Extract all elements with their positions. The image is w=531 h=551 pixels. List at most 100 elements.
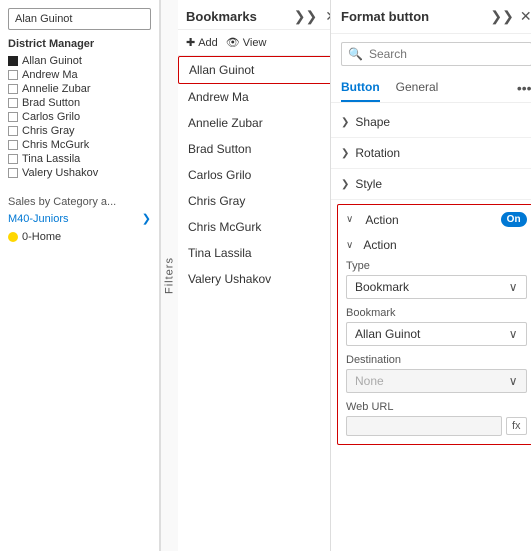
district-item-name: Chris McGurk: [22, 139, 89, 151]
bookmark-label: Bookmark: [346, 307, 527, 319]
format-header: Format button ❯❯ ✕: [331, 0, 531, 34]
district-item[interactable]: Chris McGurk: [8, 138, 151, 152]
weburl-input[interactable]: [346, 416, 502, 436]
home-row: 0-Home: [8, 231, 151, 243]
home-label: 0-Home: [22, 231, 61, 243]
search-input[interactable]: [369, 47, 525, 61]
style-section[interactable]: ❯ Style: [331, 169, 531, 200]
list-item[interactable]: Chris McGurk: [178, 214, 347, 240]
left-bottom: Sales by Category a... M40-Juniors ❯ 0-H…: [8, 196, 151, 243]
chevron-down-icon: ∨: [509, 280, 518, 294]
destination-dropdown[interactable]: None ∨: [346, 369, 527, 393]
type-dropdown[interactable]: Bookmark ∨: [346, 275, 527, 299]
chevron-down-icon: ∨: [509, 327, 518, 341]
tab-general[interactable]: General: [396, 74, 439, 102]
district-item[interactable]: Chris Gray: [8, 124, 151, 138]
add-icon: ✚: [186, 36, 195, 49]
view-icon: 👁: [226, 36, 240, 49]
search-icon: 🔍: [348, 47, 363, 61]
chevron-down-icon: ∨: [509, 374, 518, 388]
close-button[interactable]: ✕: [520, 8, 531, 25]
format-tabs: Button General •••: [331, 74, 531, 103]
checkbox[interactable]: [8, 154, 18, 164]
type-value: Bookmark: [355, 280, 409, 294]
bookmark-value: Allan Guinot: [355, 327, 420, 341]
color-indicator: [8, 56, 18, 66]
bookmark-dropdown[interactable]: Allan Guinot ∨: [346, 322, 527, 346]
checkbox[interactable]: [8, 168, 18, 178]
expand-icon[interactable]: ❯❯: [292, 8, 319, 25]
district-item[interactable]: Andrew Ma: [8, 68, 151, 82]
district-label: District Manager: [8, 38, 151, 50]
bookmarks-panel: Bookmarks ❯❯ ✕ ✚ Add 👁 View Allan Guinot…: [178, 0, 348, 551]
checkbox[interactable]: [8, 126, 18, 136]
view-label: View: [243, 37, 267, 49]
chevron-down-icon: ∨: [346, 240, 353, 251]
filter-box[interactable]: Alan Guinot: [8, 8, 151, 30]
action-inner-header: ∨ Action: [346, 238, 527, 252]
toggle-on[interactable]: On: [501, 212, 527, 227]
district-item[interactable]: Carlos Grilo: [8, 110, 151, 124]
district-item[interactable]: Annelie Zubar: [8, 82, 151, 96]
district-item[interactable]: Allan Guinot: [8, 54, 151, 68]
checkbox[interactable]: [8, 140, 18, 150]
district-item-name: Valery Ushakov: [22, 167, 98, 179]
more-options-icon[interactable]: •••: [517, 80, 531, 96]
district-item-name: Chris Gray: [22, 125, 75, 137]
shape-section[interactable]: ❯ Shape: [331, 107, 531, 138]
filter-box-label: Alan Guinot: [15, 13, 72, 25]
action-section: ∨ Action On ∨ Action Type Bookmark ∨ Boo…: [337, 204, 531, 445]
weburl-row: fx: [346, 416, 527, 436]
format-sections: ❯ Shape ❯ Rotation ❯ Style ∨ Action On ∨: [331, 103, 531, 551]
section-label: Rotation: [355, 146, 400, 160]
chevron-right-icon: ❯: [341, 148, 349, 159]
list-item[interactable]: Andrew Ma: [178, 84, 347, 110]
left-panel: Alan Guinot District Manager Allan Guino…: [0, 0, 160, 551]
sales-label: Sales by Category a...: [8, 196, 151, 208]
section-label: Style: [355, 177, 382, 191]
type-label: Type: [346, 260, 527, 272]
action-inner-label: Action: [363, 238, 396, 252]
format-header-icons: ❯❯ ✕: [490, 8, 531, 25]
add-button[interactable]: ✚ Add: [186, 36, 218, 49]
district-item[interactable]: Brad Sutton: [8, 96, 151, 110]
list-item[interactable]: Carlos Grilo: [178, 162, 347, 188]
list-item[interactable]: Valery Ushakov: [178, 266, 347, 292]
checkbox[interactable]: [8, 98, 18, 108]
checkbox[interactable]: [8, 70, 18, 80]
district-item-name: Andrew Ma: [22, 69, 78, 81]
destination-label: Destination: [346, 354, 527, 366]
checkbox[interactable]: [8, 84, 18, 94]
tab-button[interactable]: Button: [341, 74, 380, 102]
m40-label: M40-Juniors: [8, 213, 69, 225]
district-item[interactable]: Tina Lassila: [8, 152, 151, 166]
add-label: Add: [198, 37, 218, 49]
checkbox[interactable]: [8, 112, 18, 122]
rotation-section[interactable]: ❯ Rotation: [331, 138, 531, 169]
action-section-header[interactable]: ∨ Action On: [338, 205, 531, 234]
list-item[interactable]: Chris Gray: [178, 188, 347, 214]
fx-button[interactable]: fx: [506, 417, 527, 435]
m40-row[interactable]: M40-Juniors ❯: [8, 212, 151, 225]
format-panel: Format button ❯❯ ✕ 🔍 Button General ••• …: [330, 0, 531, 551]
expand-icon[interactable]: ❯❯: [490, 8, 513, 25]
format-title: Format button: [341, 9, 429, 24]
bookmarks-header: Bookmarks ❯❯ ✕: [178, 0, 347, 30]
chevron-right-icon: ❯: [142, 212, 151, 225]
filters-tab[interactable]: Filters: [160, 0, 178, 551]
list-item[interactable]: Brad Sutton: [178, 136, 347, 162]
action-section-left: ∨ Action: [346, 213, 399, 227]
chevron-down-icon: ∨: [346, 214, 353, 225]
search-box[interactable]: 🔍: [341, 42, 531, 66]
district-item-name: Brad Sutton: [22, 97, 80, 109]
chevron-right-icon: ❯: [341, 117, 349, 128]
action-label: Action: [365, 213, 398, 227]
district-item[interactable]: Valery Ushakov: [8, 166, 151, 180]
section-label: Shape: [355, 115, 390, 129]
view-button[interactable]: 👁 View: [226, 36, 267, 49]
list-item[interactable]: Tina Lassila: [178, 240, 347, 266]
bookmark-item-selected[interactable]: Allan Guinot: [178, 56, 347, 84]
district-item-name: Tina Lassila: [22, 153, 80, 165]
list-item[interactable]: Annelie Zubar: [178, 110, 347, 136]
district-item-name: Annelie Zubar: [22, 83, 91, 95]
